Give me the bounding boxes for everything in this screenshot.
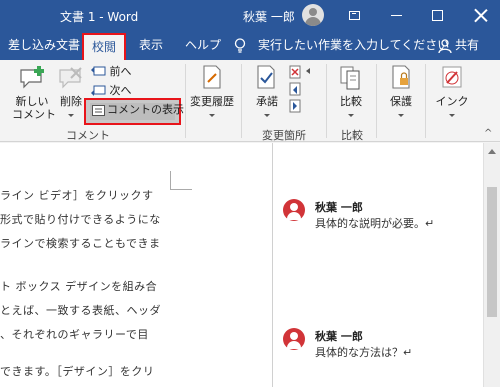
scroll-up-icon[interactable] (488, 149, 496, 154)
previous-comment-button[interactable]: 前へ (90, 63, 132, 81)
user-avatar[interactable] (302, 4, 324, 26)
group-separator (185, 64, 186, 138)
title-bar: 文書 1 - Word 秋葉 一郎 (0, 0, 500, 31)
ink-dropdown-icon[interactable] (449, 113, 455, 117)
reject-previous-next-change-icons[interactable] (288, 64, 316, 114)
ribbon-display-options-button[interactable] (334, 0, 374, 31)
tab-help[interactable]: ヘルプ (185, 31, 221, 60)
delete-comment-icon (59, 67, 82, 89)
comment-pane: 秋葉 一郎 具体的な説明が必要。↵ 秋葉 一郎 具体的な方法は？↵ (272, 143, 483, 387)
close-button[interactable] (460, 0, 500, 31)
ribbon-display-options-icon (348, 11, 360, 20)
vertical-scrollbar[interactable] (483, 143, 500, 387)
maximize-icon (431, 10, 443, 21)
ink-icon (442, 66, 462, 88)
comment-author: 秋葉 一郎 (315, 201, 363, 214)
minimize-icon (390, 15, 402, 16)
ink-button[interactable]: インク (434, 64, 470, 121)
new-comment-button[interactable]: 新しい コメント (12, 64, 56, 121)
accept-icon (257, 65, 275, 89)
tab-mailings[interactable]: 差し込み文書 (8, 31, 80, 60)
maximize-button[interactable] (417, 0, 457, 31)
next-label: 次へ (109, 84, 132, 97)
comments-group-label: コメント (66, 129, 110, 142)
show-comments-label: コメントの表示 (107, 103, 184, 116)
new-comment-icon (20, 66, 44, 89)
comment-author-avatar (283, 328, 305, 350)
previous-comment-icon (91, 66, 106, 76)
share-button[interactable]: 共有 (455, 31, 479, 60)
ink-label: インク (435, 95, 469, 108)
protect-dropdown-icon[interactable] (398, 113, 404, 117)
track-changes-label: 変更履歴 (190, 95, 234, 108)
next-comment-icon (91, 85, 106, 96)
accept-dropdown-icon[interactable] (264, 113, 270, 117)
collapse-ribbon-icon[interactable]: ^ (484, 128, 492, 139)
accept-button[interactable]: 承諾 (252, 64, 282, 121)
ribbon-tabs: 差し込み文書 校閲 表示 ヘルプ 実行したい作業を入力してください 共有 (0, 31, 500, 60)
document-line: 、それぞれのギャラリーで目 (0, 328, 149, 341)
comment-author-avatar (283, 199, 305, 221)
document-line: とえば、一致する表紙、ヘッダ (0, 304, 161, 317)
document-area[interactable]: ライン ビデオ］をクリックす 形式で貼り付けできるようにな ラインで検索すること… (0, 143, 483, 387)
new-comment-label-2: コメント (12, 108, 56, 121)
accept-label: 承諾 (256, 95, 278, 108)
show-comments-icon (92, 105, 105, 116)
document-line: ライン ビデオ］をクリックす (0, 189, 154, 202)
user-name[interactable]: 秋葉 一郎 (243, 8, 295, 25)
ribbon-review: 新しい コメント 削除 前へ 次へ コメント 変更履歴 承諾 変更箇所 比較 比… (0, 60, 500, 142)
window-title: 文書 1 - Word (60, 10, 139, 24)
document-line: ラインで検索することもできま (0, 237, 161, 250)
previous-label: 前へ (109, 65, 132, 78)
track-changes-dropdown-icon[interactable] (209, 113, 215, 117)
delete-comment-button[interactable]: 削除 (56, 64, 86, 121)
compare-button[interactable]: 比較 (334, 64, 368, 121)
delete-dropdown-icon[interactable] (68, 113, 74, 117)
protect-button[interactable]: 保護 (385, 64, 417, 121)
scrollbar-thumb[interactable] (487, 187, 497, 317)
compare-icon (340, 66, 360, 90)
document-line: できます。［デザイン］をクリ (0, 365, 155, 378)
group-separator (241, 64, 242, 138)
comment-text[interactable]: 具体的な方法は？↵ (315, 344, 412, 360)
lightbulb-icon (234, 38, 246, 53)
margin-crop-mark (170, 171, 192, 190)
track-changes-icon (203, 65, 221, 89)
document-line: 形式で貼り付けできるようにな (0, 213, 161, 226)
track-changes-button[interactable]: 変更履歴 (190, 64, 234, 121)
minimize-button[interactable] (376, 0, 416, 31)
new-comment-label-1: 新しい (15, 95, 49, 108)
document-line: ト ボックス デザインを組み合 (0, 280, 158, 293)
group-separator (326, 64, 327, 138)
compare-label: 比較 (340, 95, 362, 108)
group-separator (425, 64, 426, 138)
comment-text[interactable]: 具体的な説明が必要。↵ (315, 215, 434, 231)
tab-review[interactable]: 校閲 (82, 33, 127, 60)
show-comments-button[interactable]: コメントの表示 (84, 98, 184, 125)
tell-me-search[interactable]: 実行したい作業を入力してください (258, 31, 449, 60)
compare-dropdown-icon[interactable] (348, 113, 354, 117)
share-person-icon (438, 39, 452, 53)
group-separator (376, 64, 377, 138)
comment-author: 秋葉 一郎 (315, 330, 363, 343)
compare-group-label: 比較 (341, 129, 363, 142)
protect-icon (392, 65, 410, 89)
changes-group-label: 変更箇所 (262, 129, 306, 142)
delete-label: 削除 (60, 95, 82, 108)
tab-view[interactable]: 表示 (139, 31, 163, 60)
protect-label: 保護 (390, 95, 412, 108)
close-icon (474, 9, 487, 22)
